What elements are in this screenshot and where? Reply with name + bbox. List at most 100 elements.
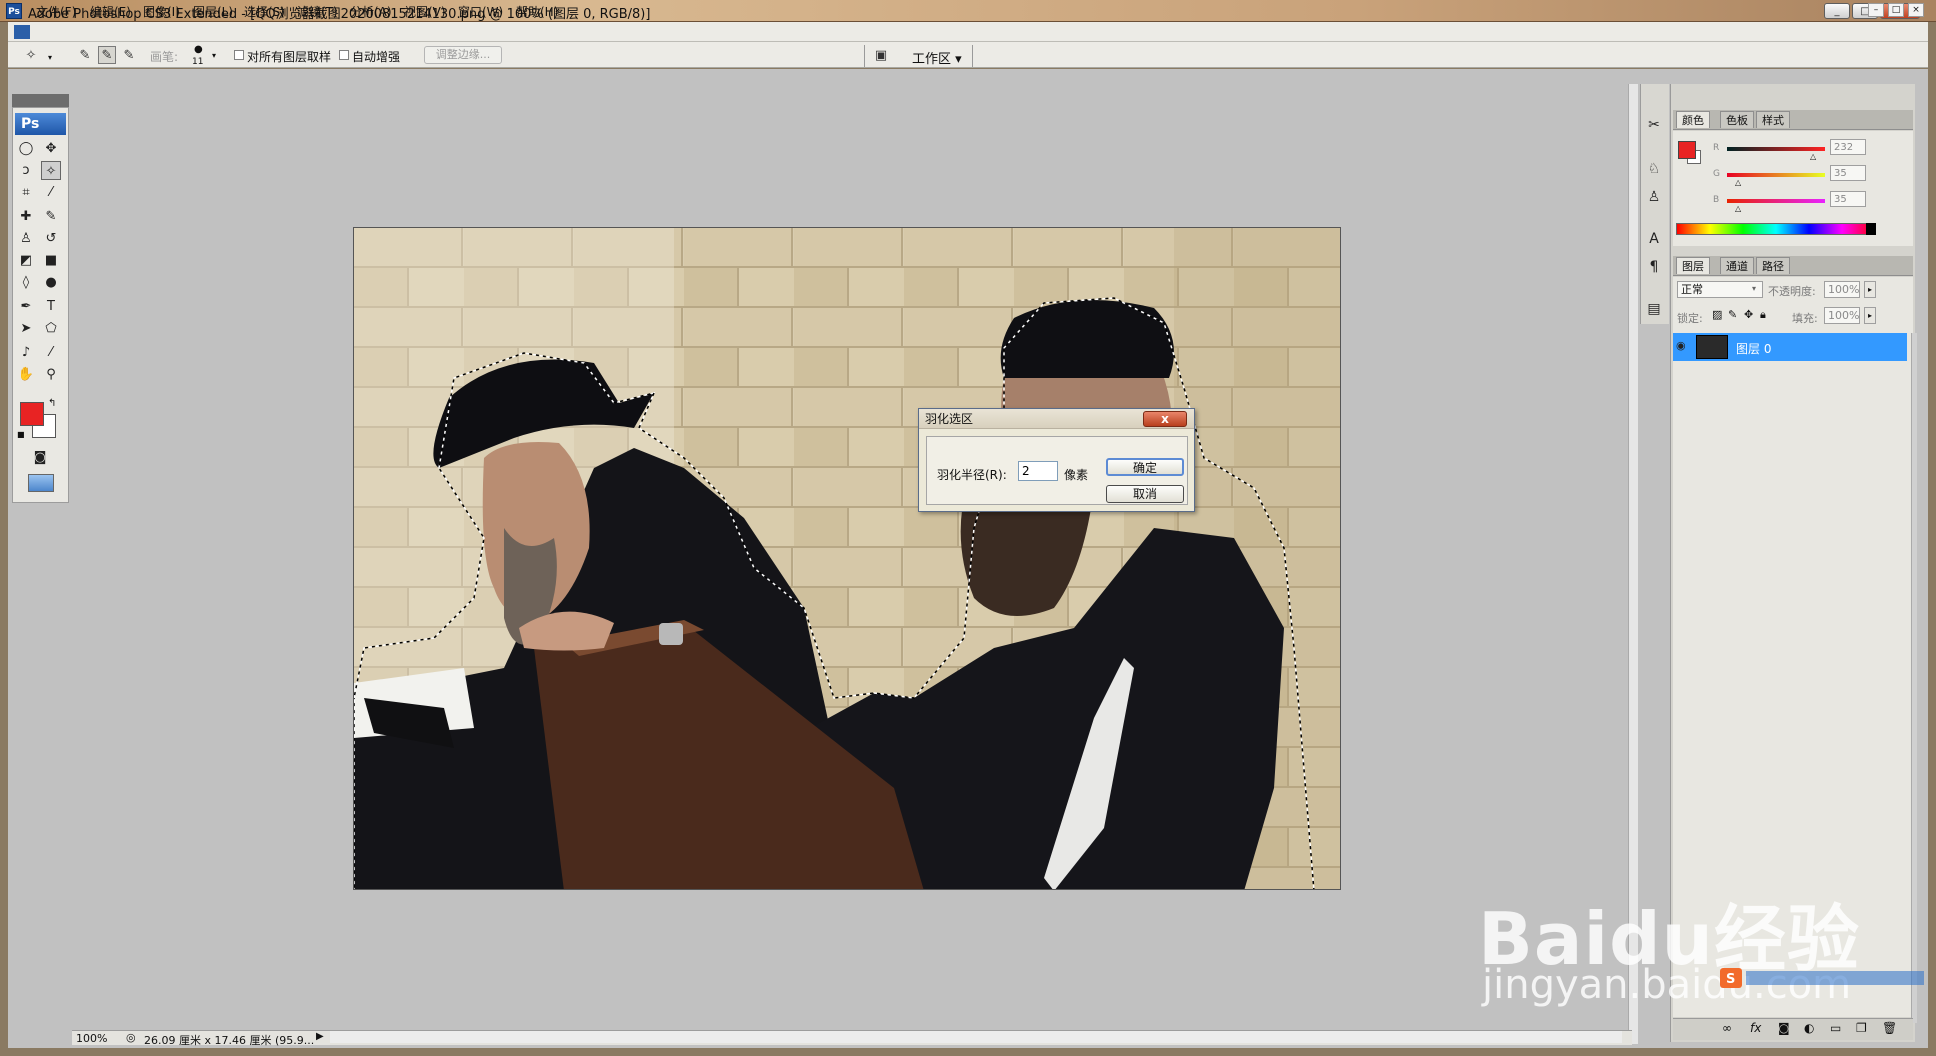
- pen-tool-icon[interactable]: ✒: [16, 297, 36, 316]
- opacity-slider-arrow-icon[interactable]: ▸: [1864, 281, 1876, 298]
- move-tool-icon[interactable]: ✥: [41, 139, 61, 158]
- tab-channels[interactable]: 通道: [1720, 257, 1754, 274]
- canvas-horizontal-scrollbar[interactable]: [330, 1031, 1622, 1043]
- type-tool-icon[interactable]: T: [41, 297, 61, 316]
- paragraph-icon[interactable]: ¶: [1643, 256, 1665, 278]
- eyedropper-tool-icon[interactable]: ⁄: [41, 343, 61, 362]
- screen-mode-icon[interactable]: [28, 474, 54, 492]
- red-slider[interactable]: [1727, 147, 1825, 151]
- status-menu-arrow-icon[interactable]: ▶: [316, 1031, 324, 1042]
- notes-tool-icon[interactable]: ♪: [16, 343, 36, 362]
- blend-mode-select[interactable]: 正常: [1677, 281, 1763, 298]
- menu-view[interactable]: 视图(V): [404, 3, 446, 20]
- gradient-tool-icon[interactable]: ■: [41, 251, 61, 270]
- character-icon[interactable]: A: [1643, 228, 1665, 250]
- lock-transparency-icon[interactable]: ▨: [1712, 308, 1722, 321]
- lock-pixels-icon[interactable]: ✎: [1728, 308, 1737, 321]
- menu-help[interactable]: 帮助(H): [516, 3, 558, 20]
- status-info-icon[interactable]: ◎: [126, 1031, 136, 1044]
- blue-slider[interactable]: [1727, 199, 1825, 203]
- feather-radius-input[interactable]: [1018, 461, 1058, 481]
- menu-select[interactable]: 选择(S): [244, 3, 285, 20]
- healing-brush-tool-icon[interactable]: ✚: [16, 207, 36, 226]
- actions-icon[interactable]: ♙: [1643, 186, 1665, 208]
- tab-styles[interactable]: 样式: [1756, 111, 1790, 128]
- menu-analysis[interactable]: 分析(A): [350, 3, 392, 20]
- adjustment-layer-icon[interactable]: ◐: [1804, 1021, 1814, 1035]
- doc-minimize-button[interactable]: –: [1868, 3, 1884, 17]
- brush-dropdown-icon[interactable]: ▾: [212, 51, 216, 60]
- add-to-selection-icon[interactable]: ✎: [98, 46, 116, 64]
- new-layer-icon[interactable]: ❐: [1856, 1021, 1867, 1035]
- ok-button[interactable]: 确定: [1106, 458, 1184, 476]
- quick-mask-icon[interactable]: ◙: [30, 448, 50, 467]
- dialog-close-button[interactable]: x: [1143, 411, 1187, 427]
- magic-wand-tool-icon[interactable]: ✧: [41, 161, 61, 180]
- sample-all-layers-checkbox[interactable]: [234, 50, 244, 60]
- cancel-button[interactable]: 取消: [1106, 485, 1184, 503]
- new-selection-icon[interactable]: ✎: [76, 46, 94, 64]
- menu-filter[interactable]: 滤镜(T): [297, 3, 338, 20]
- preset-dropdown-arrow-icon[interactable]: ▾: [48, 53, 52, 62]
- layer-thumbnail[interactable]: [1696, 335, 1728, 359]
- fill-slider-arrow-icon[interactable]: ▸: [1864, 307, 1876, 324]
- minimize-button[interactable]: _: [1824, 3, 1850, 19]
- slice-tool-icon[interactable]: ⁄: [41, 183, 61, 202]
- color-ramp-black[interactable]: [1866, 223, 1876, 235]
- layer-style-icon[interactable]: fx: [1750, 1021, 1761, 1035]
- eraser-tool-icon[interactable]: ◩: [16, 251, 36, 270]
- red-slider-thumb-icon[interactable]: △: [1810, 152, 1816, 161]
- brush-dot-icon[interactable]: ●: [194, 44, 203, 55]
- hand-tool-icon[interactable]: ✋: [16, 365, 36, 384]
- toolbox-header[interactable]: [12, 94, 69, 107]
- green-slider[interactable]: [1727, 173, 1825, 177]
- zoom-tool-icon[interactable]: ⚲: [41, 365, 61, 384]
- blue-value[interactable]: 35: [1830, 191, 1866, 207]
- marquee-tool-icon[interactable]: ◯: [16, 139, 36, 158]
- document-canvas[interactable]: [353, 227, 1341, 890]
- refine-edge-button[interactable]: 调整边缘...: [424, 46, 502, 64]
- opacity-input[interactable]: 100%: [1824, 281, 1860, 298]
- blur-tool-icon[interactable]: ◊: [16, 273, 36, 292]
- doc-close-button[interactable]: ×: [1908, 3, 1924, 17]
- green-value[interactable]: 35: [1830, 165, 1866, 181]
- layer-comps-icon[interactable]: ▤: [1643, 298, 1665, 320]
- blue-slider-thumb-icon[interactable]: △: [1735, 204, 1741, 213]
- lock-all-icon[interactable]: 🔒︎: [1760, 308, 1766, 322]
- lock-position-icon[interactable]: ✥: [1744, 308, 1753, 321]
- ime-toolbar[interactable]: S: [1720, 968, 1928, 988]
- default-colors-icon[interactable]: ■: [17, 430, 25, 439]
- history-icon[interactable]: ♘: [1643, 158, 1665, 180]
- brush-tool-icon[interactable]: ✎: [41, 207, 61, 226]
- lasso-tool-icon[interactable]: ↄ: [16, 161, 36, 180]
- menu-window[interactable]: 窗口(W): [458, 3, 503, 20]
- palette-well-icon[interactable]: ▣: [872, 46, 890, 64]
- color-fg-swatch[interactable]: [1678, 141, 1696, 159]
- zoom-level[interactable]: 100%: [76, 1032, 107, 1045]
- menu-edit[interactable]: 编辑(E): [90, 3, 131, 20]
- menu-layer[interactable]: 图层(L): [193, 3, 233, 20]
- tab-paths[interactable]: 路径: [1756, 257, 1790, 274]
- doc-restore-button[interactable]: □: [1888, 3, 1904, 17]
- menu-image[interactable]: 图像(I): [143, 3, 180, 20]
- color-spectrum-ramp[interactable]: [1676, 223, 1876, 235]
- link-layers-icon[interactable]: ∞: [1722, 1021, 1732, 1035]
- swap-colors-icon[interactable]: ↰: [48, 398, 56, 409]
- green-slider-thumb-icon[interactable]: △: [1735, 178, 1741, 187]
- workspace-menu-button[interactable]: 工作区 ▾: [912, 48, 962, 67]
- layer-name[interactable]: 图层 0: [1736, 340, 1771, 357]
- tab-layers[interactable]: 图层: [1676, 257, 1710, 274]
- delete-layer-icon[interactable]: 🗑︎: [1882, 1021, 1897, 1035]
- new-group-icon[interactable]: ▭: [1830, 1021, 1841, 1035]
- subtract-from-selection-icon[interactable]: ✎: [120, 46, 138, 64]
- add-mask-icon[interactable]: ◙: [1778, 1021, 1790, 1035]
- path-selection-tool-icon[interactable]: ➤: [16, 319, 36, 338]
- dodge-tool-icon[interactable]: ●: [41, 273, 61, 292]
- history-brush-tool-icon[interactable]: ↺: [41, 229, 61, 248]
- custom-shape-tool-icon[interactable]: ⬠: [41, 319, 61, 338]
- magic-wand-preset-icon[interactable]: ✧: [22, 46, 40, 64]
- crop-tool-icon[interactable]: ⌗: [16, 183, 36, 202]
- document-icon[interactable]: [14, 25, 30, 39]
- tab-color[interactable]: 颜色: [1676, 111, 1710, 128]
- tool-presets-icon[interactable]: ✂: [1643, 114, 1665, 136]
